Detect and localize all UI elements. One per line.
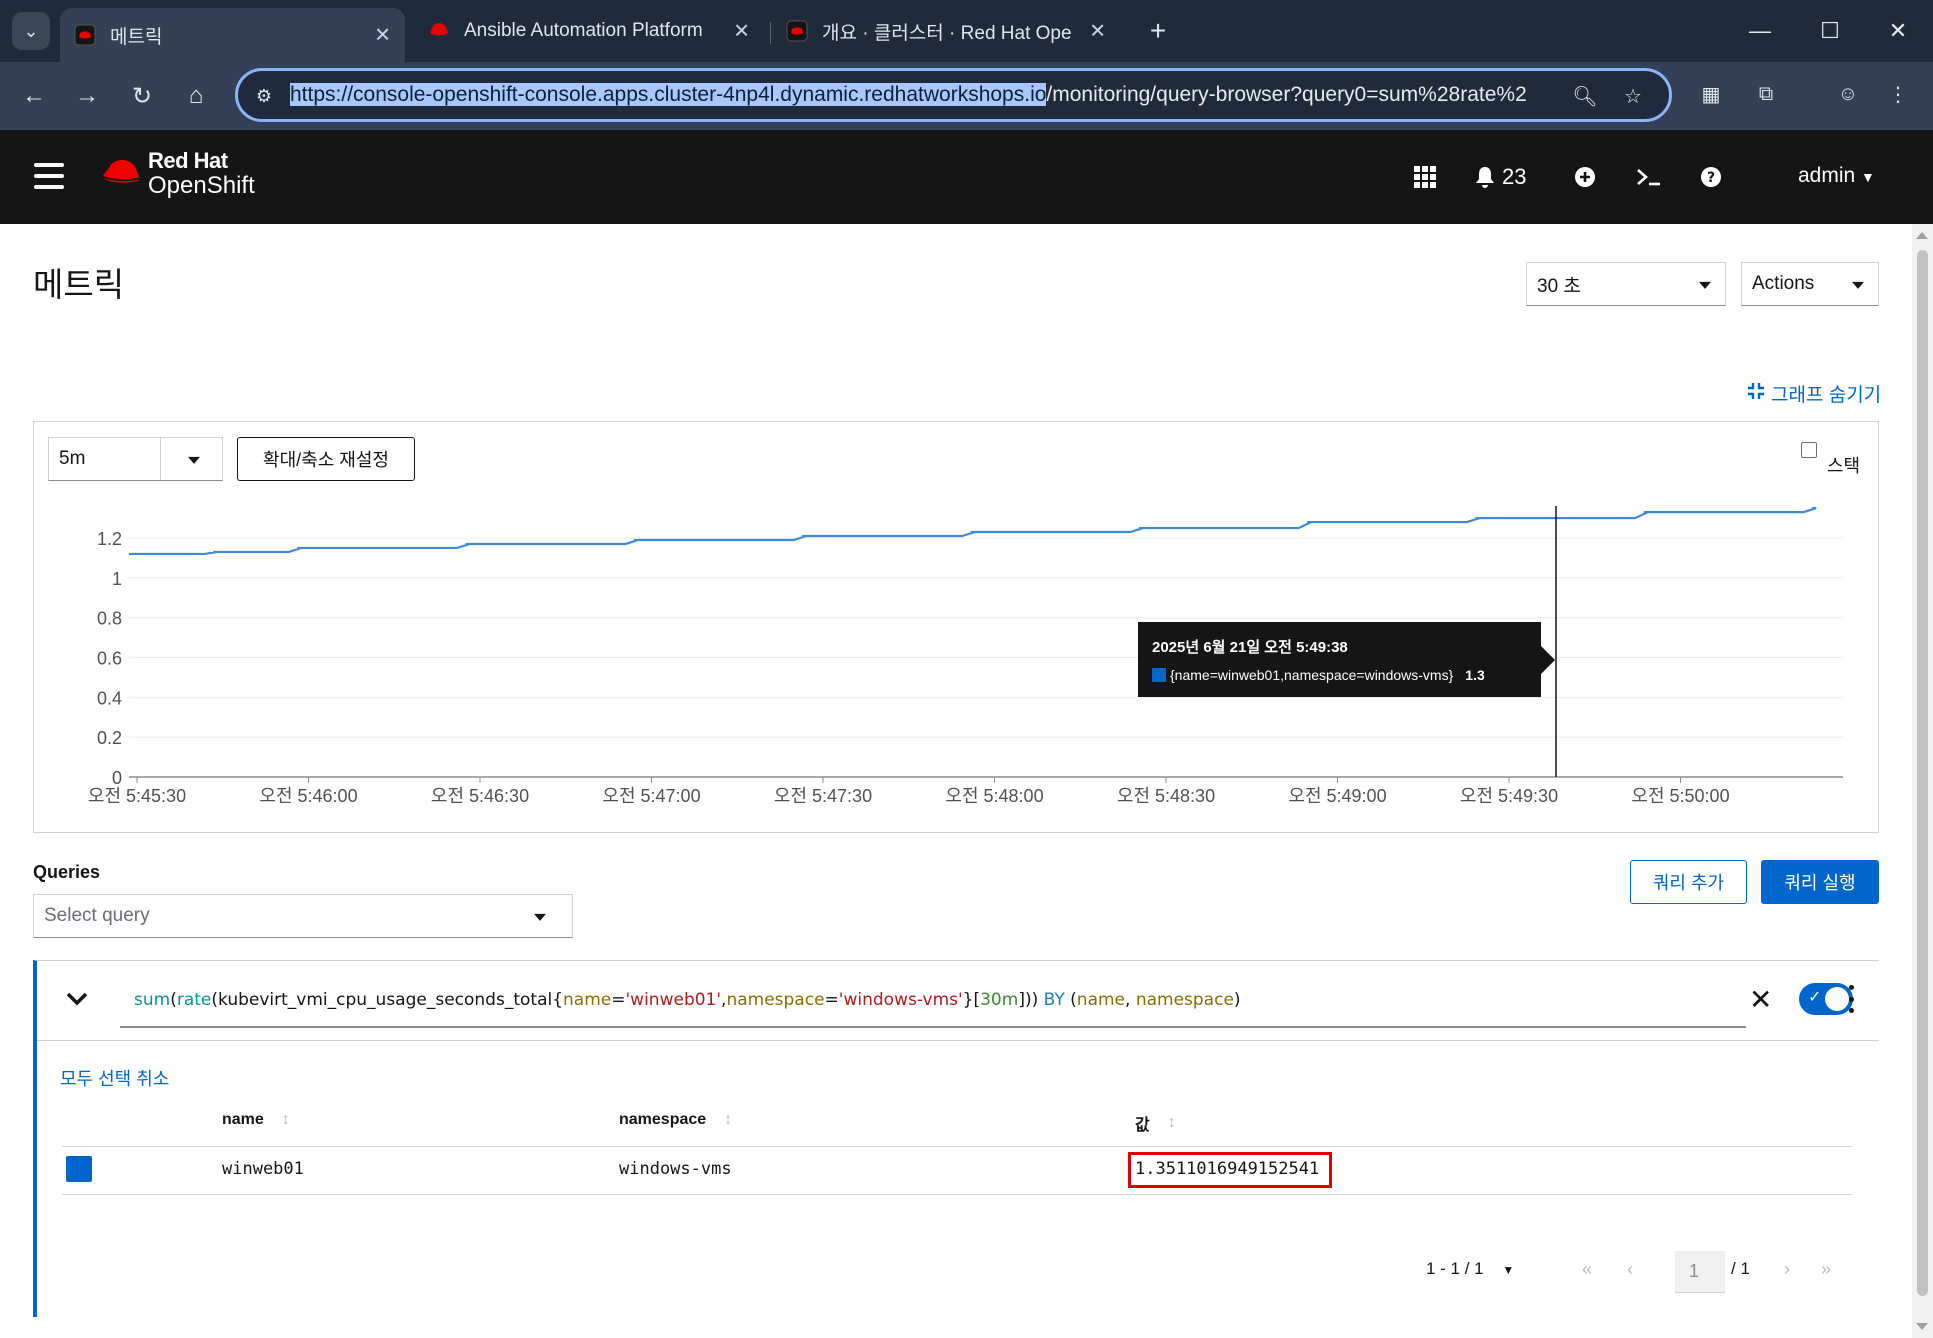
- query-panel: sum(rate(kubevirt_vmi_cpu_usage_seconds_…: [33, 960, 1879, 1317]
- x-tick-label: 오전 5:47:30: [774, 786, 872, 806]
- chart-tooltip: 2025년 6월 21일 오전 5:49:38 {name=winweb01,n…: [1138, 622, 1555, 697]
- queries-label: Queries: [33, 862, 101, 882]
- caret-down-icon: [534, 913, 546, 921]
- x-tick-label: 오전 5:50:00: [1631, 786, 1729, 806]
- column-header-namespace[interactable]: namespace ↕: [619, 1111, 732, 1129]
- column-header-value[interactable]: 값 ↕: [1135, 1111, 1176, 1135]
- check-icon: ✓: [1808, 989, 1822, 1006]
- x-tick-label: 오전 5:46:00: [259, 786, 357, 806]
- series-color-checkbox[interactable]: [66, 1156, 92, 1182]
- query-select-placeholder: Select query: [44, 905, 150, 926]
- x-tick-label: 오전 5:45:30: [88, 786, 186, 806]
- table-cell-name: winweb01: [222, 1159, 304, 1179]
- sort-icon: ↕: [1167, 1114, 1176, 1131]
- page-number-input[interactable]: 1: [1675, 1251, 1725, 1293]
- column-header-name[interactable]: name ↕: [222, 1111, 290, 1129]
- series-swatch: [1152, 668, 1166, 682]
- first-page-icon[interactable]: «: [1582, 1259, 1592, 1280]
- chevron-down-icon[interactable]: [65, 987, 89, 1011]
- tooltip-value: 1.3: [1465, 667, 1485, 683]
- x-tick-label: 오전 5:48:00: [945, 786, 1043, 806]
- y-tick-label: 1: [112, 569, 122, 589]
- x-tick-label: 오전 5:49:30: [1460, 786, 1558, 806]
- table-cell-namespace: windows-vms: [619, 1159, 732, 1179]
- y-tick-label: 0.6: [97, 649, 122, 669]
- series-line: [129, 507, 1817, 556]
- y-tick-label: 1.2: [97, 529, 122, 549]
- y-tick-label: 0.2: [97, 728, 122, 748]
- add-query-button[interactable]: 쿼리 추가: [1630, 860, 1747, 904]
- page-scrollbar[interactable]: [1912, 224, 1933, 1338]
- sort-icon: ↕: [724, 1111, 733, 1128]
- x-tick-label: 오전 5:49:00: [1288, 786, 1386, 806]
- x-tick-label: 오전 5:47:00: [602, 786, 700, 806]
- tooltip-title: 2025년 6월 21일 오전 5:49:38: [1152, 639, 1348, 656]
- next-page-icon[interactable]: ›: [1784, 1259, 1790, 1280]
- x-tick-label: 오전 5:48:30: [1117, 786, 1215, 806]
- sort-icon: ↕: [281, 1111, 290, 1128]
- tooltip-series: {name=winweb01,namespace=windows-vms}: [1170, 667, 1454, 683]
- value-highlight-box: [1128, 1152, 1332, 1188]
- query-enable-toggle[interactable]: ✓: [1799, 983, 1853, 1015]
- caret-down-icon: ▼: [1502, 1263, 1515, 1277]
- run-queries-button[interactable]: 쿼리 실행: [1761, 860, 1879, 904]
- last-page-icon[interactable]: »: [1821, 1259, 1831, 1280]
- metrics-line-chart[interactable]: 0 0.2 0.4 0.6 0.8 1 1.2 오전 5:45:30 오전 5:46:00 오전 …: [0, 0, 1933, 840]
- clear-query-icon[interactable]: ✕: [1749, 983, 1772, 1016]
- scroll-up-icon[interactable]: [1916, 232, 1928, 239]
- previous-page-icon[interactable]: ‹: [1627, 1259, 1633, 1280]
- x-tick-label: 오전 5:46:30: [431, 786, 529, 806]
- query-panel-header: sum(rate(kubevirt_vmi_cpu_usage_seconds_…: [37, 961, 1879, 1041]
- total-pages: / 1: [1731, 1259, 1750, 1278]
- scroll-down-icon[interactable]: [1916, 1323, 1928, 1330]
- unselect-all-button[interactable]: 모두 선택 취소: [60, 1065, 169, 1091]
- scroll-thumb[interactable]: [1917, 250, 1928, 1296]
- y-tick-label: 0.4: [97, 688, 122, 708]
- pagination-range[interactable]: 1 - 1 / 1 ▼: [1426, 1259, 1514, 1279]
- query-select[interactable]: Select query: [33, 894, 573, 938]
- y-tick-label: 0: [112, 768, 122, 788]
- y-tick-label: 0.8: [97, 609, 122, 629]
- kebab-menu-icon[interactable]: [1847, 985, 1855, 1013]
- promql-expression-input[interactable]: sum(rate(kubevirt_vmi_cpu_usage_seconds_…: [120, 976, 1746, 1028]
